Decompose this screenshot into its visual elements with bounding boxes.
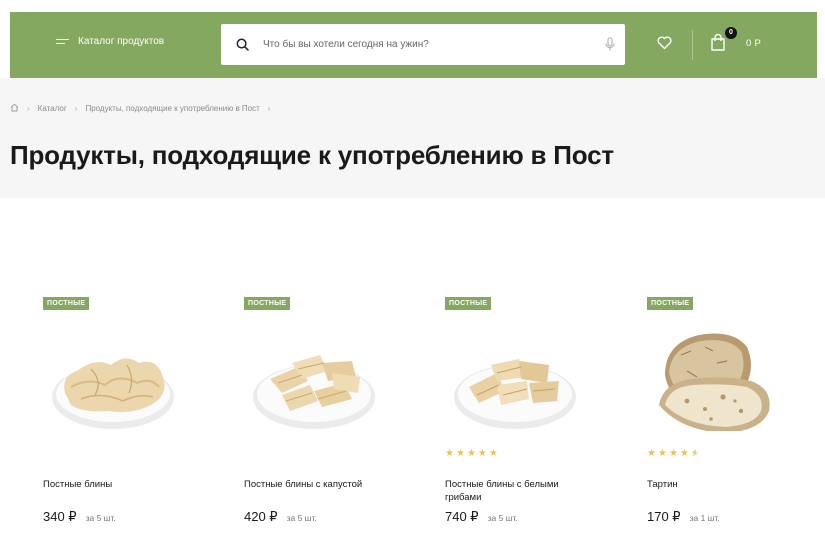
product-badge: ПОСТНЫЕ: [445, 297, 492, 310]
search-bar: [221, 24, 625, 65]
cart-total: 0 Р: [746, 37, 762, 49]
product-badge: ПОСТНЫЕ: [244, 297, 291, 310]
rating-stars: ★ ★ ★ ★ ★: [647, 449, 700, 459]
product-unit: за 5 шт.: [286, 513, 317, 523]
header-divider: [692, 30, 693, 60]
product-badge: ПОСТНЫЕ: [43, 297, 90, 310]
product-image[interactable]: [651, 321, 783, 431]
product-card[interactable]: ПОСТНЫЕ Постные блины с капустой 420 ₽ з…: [244, 297, 394, 537]
product-image[interactable]: [449, 321, 581, 431]
product-card[interactable]: ПОСТНЫЕ ★ ★ ★ ★ ★ Постные блины с белыми…: [445, 297, 595, 537]
breadcrumb-current[interactable]: Продукты, подходящие к употреблению в По…: [85, 104, 259, 113]
product-price: 740 ₽: [445, 509, 479, 524]
product-price: 340 ₽: [43, 509, 77, 524]
product-price: 170 ₽: [647, 509, 681, 524]
shopping-bag-icon: 0: [710, 27, 737, 51]
menu-icon: [56, 38, 69, 46]
product-image[interactable]: [248, 321, 380, 431]
product-card[interactable]: ПОСТНЫЕ Постные блины 340 ₽ за 5 шт.: [43, 297, 193, 537]
top-bar: Каталог продуктов 0 0 Р: [10, 12, 817, 78]
half-star-icon: ★: [690, 448, 700, 459]
product-name[interactable]: Постные блины с белыми грибами: [445, 478, 590, 504]
product-card[interactable]: ПОСТНЫЕ ★ ★ ★ ★ ★ Тартин 170 ₽ за 1 шт.: [647, 297, 797, 537]
product-price: 420 ₽: [244, 509, 278, 524]
product-unit: за 1 шт.: [689, 513, 720, 523]
product-unit: за 5 шт.: [487, 513, 518, 523]
breadcrumb-separator: ›: [267, 104, 271, 113]
price-row: 740 ₽ за 5 шт.: [445, 509, 518, 525]
microphone-icon[interactable]: [595, 37, 625, 52]
favorites-heart-icon[interactable]: [657, 36, 672, 55]
star-icon: ★: [668, 448, 678, 459]
page-header: › Каталог › Продукты, подходящие к употр…: [0, 78, 825, 198]
page-title: Продукты, подходящие к употреблению в По…: [10, 140, 614, 170]
cart-count-badge: 0: [725, 27, 737, 39]
product-badge: ПОСТНЫЕ: [647, 297, 694, 310]
price-row: 340 ₽ за 5 шт.: [43, 509, 116, 525]
catalog-button[interactable]: Каталог продуктов: [56, 36, 164, 47]
star-icon: ★: [445, 448, 454, 459]
star-icon: ★: [488, 448, 498, 459]
price-row: 170 ₽ за 1 шт.: [647, 509, 720, 525]
star-icon: ★: [657, 448, 667, 459]
product-name[interactable]: Постные блины: [43, 478, 188, 491]
rating-stars: ★ ★ ★ ★ ★: [445, 449, 498, 459]
product-name[interactable]: Тартин: [647, 478, 792, 491]
breadcrumb-separator: ›: [27, 104, 30, 113]
star-icon: ★: [477, 448, 487, 459]
breadcrumb-separator: ›: [74, 104, 78, 113]
star-icon: ★: [647, 448, 656, 459]
product-unit: за 5 шт.: [85, 513, 116, 523]
star-icon: ★: [679, 448, 689, 459]
star-icon: ★: [466, 448, 476, 459]
product-name[interactable]: Постные блины с капустой: [244, 478, 389, 491]
home-icon[interactable]: [10, 103, 19, 114]
price-row: 420 ₽ за 5 шт.: [244, 509, 317, 525]
catalog-label: Каталог продуктов: [78, 36, 165, 47]
search-input[interactable]: [263, 39, 595, 50]
search-icon[interactable]: [221, 38, 263, 51]
cart-button[interactable]: 0 0 Р: [710, 27, 762, 51]
breadcrumb-catalog[interactable]: Каталог: [38, 104, 67, 113]
breadcrumb: › Каталог › Продукты, подходящие к употр…: [10, 103, 278, 114]
product-image[interactable]: [47, 321, 179, 431]
star-icon: ★: [455, 448, 465, 459]
